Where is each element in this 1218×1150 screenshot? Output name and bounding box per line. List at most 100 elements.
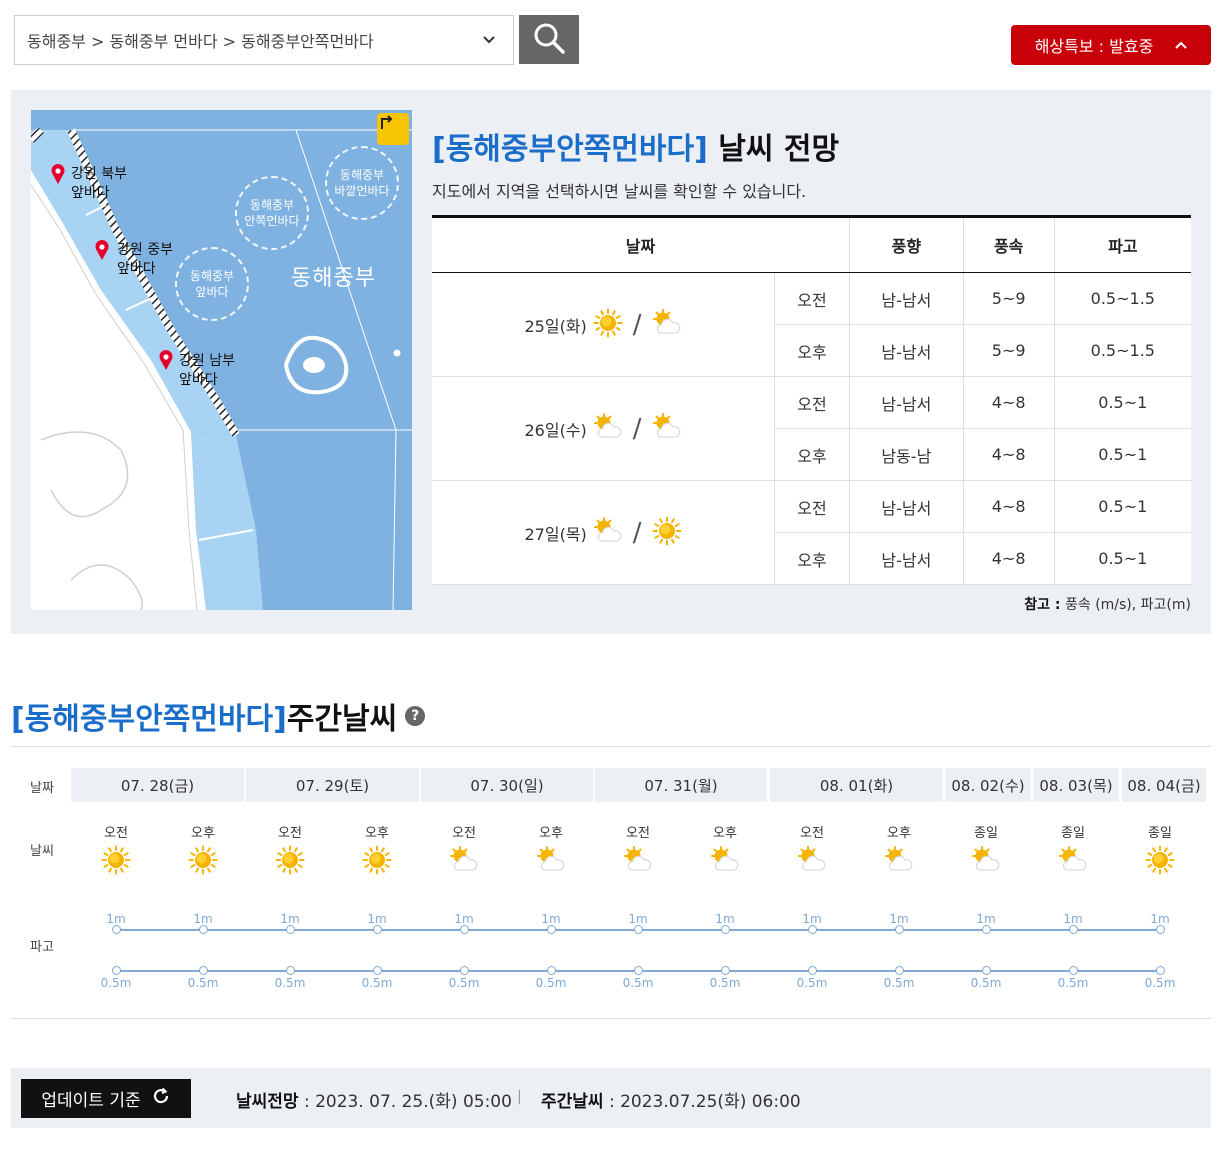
- wave-min-point: [111, 966, 121, 975]
- weekly-date: 08. 03(목): [1033, 768, 1119, 802]
- sun-icon: [593, 308, 623, 342]
- sun-cloud-icon: [652, 308, 682, 342]
- weekly-title-suffix: 주간날씨: [286, 702, 398, 737]
- wave-min-point: [459, 966, 469, 975]
- wave-min-label: 0.5m: [709, 976, 741, 990]
- wave-max-label: 1m: [976, 912, 996, 926]
- sun-cloud-icon: [593, 412, 623, 446]
- forecast-wind-speed: 4~8: [962, 480, 1055, 533]
- wave-max-label: 1m: [1063, 912, 1083, 926]
- footer-separator: |: [517, 1089, 522, 1105]
- sea-name-label: 동해중부: [291, 266, 376, 291]
- forecast-wind-dir: 남-남서: [848, 532, 964, 585]
- forecast-date: 26일(수): [524, 420, 587, 440]
- sun-icon: [188, 845, 218, 875]
- note-text: 풍속 (m/s), 파고(m): [1060, 597, 1191, 613]
- sun-cloud-icon: [1058, 845, 1088, 875]
- marine-alert-button[interactable]: 해상특보 : 발효중: [1011, 25, 1211, 65]
- sun-cloud-icon: [710, 845, 740, 875]
- forecast-wave: 0.5~1: [1053, 428, 1191, 481]
- weekly-label-date: 날짜: [30, 781, 54, 796]
- sun-icon: [362, 845, 392, 875]
- forecast-wind-speed: 4~8: [962, 428, 1055, 481]
- zone-outer-offshore[interactable]: 동해중부 바깥먼바다: [325, 146, 399, 220]
- update-button[interactable]: 업데이트 기준: [21, 1079, 191, 1118]
- weekly-period: 오후: [713, 826, 737, 841]
- wave-max-point: [894, 925, 904, 934]
- wave-min-label: 0.5m: [187, 976, 219, 990]
- forecast-title-area: [동해중부안쪽먼바다]: [432, 132, 708, 167]
- refresh-icon: [151, 1086, 171, 1111]
- zone-inner-offshore[interactable]: 동해중부 안쪽먼바다: [235, 176, 309, 250]
- chevron-down-icon: [483, 32, 495, 48]
- forecast-day-cell: 26일(수) /: [432, 376, 775, 481]
- wave-min-label: 0.5m: [622, 976, 654, 990]
- forecast-row: 27일(목) / 오전 남-남서 4~8 0.5~1: [432, 480, 1191, 585]
- wave-min-point: [1155, 966, 1165, 975]
- map-reset-button[interactable]: [377, 113, 409, 145]
- wave-max-point: [633, 925, 643, 934]
- wave-max-point: [720, 925, 730, 934]
- wave-min-point: [546, 966, 556, 975]
- forecast-period: 오후: [774, 532, 850, 585]
- col-wind-speed: 풍속: [962, 215, 1055, 273]
- forecast-wind-dir: 남-남서: [848, 324, 964, 377]
- wave-max-label: 1m: [541, 912, 561, 926]
- weekly-bottom-divider: [11, 1018, 1211, 1019]
- weekly-period: 오전: [626, 826, 650, 841]
- forecast-update-time: 날씨전망 : 2023. 07. 25.(화) 05:00: [236, 1087, 512, 1112]
- forecast-wind-speed: 4~8: [962, 532, 1055, 585]
- weekly-period: 오전: [104, 826, 128, 841]
- forecast-description: 지도에서 지역을 선택하시면 날씨를 확인할 수 있습니다.: [432, 182, 807, 201]
- forecast-wave: 0.5~1.5: [1053, 324, 1191, 377]
- forecast-note: 참고 : 풍속 (m/s), 파고(m): [1000, 594, 1191, 614]
- forecast-slash: /: [632, 413, 642, 444]
- forecast-wind-speed: 5~9: [962, 324, 1055, 377]
- forecast-title: [동해중부안쪽먼바다] 날씨 전망: [432, 124, 839, 168]
- forecast-wave: 0.5~1: [1053, 532, 1191, 585]
- weekly-update-time: 주간날씨 : 2023.07.25(화) 06:00: [541, 1087, 801, 1112]
- forecast-wave: 0.5~1.5: [1053, 272, 1191, 325]
- wave-min-label: 0.5m: [1057, 976, 1089, 990]
- forecast-row: 25일(화) / 오전 남-남서 5~9 0.5~1.5: [432, 272, 1191, 377]
- wave-min-label: 0.5m: [448, 976, 480, 990]
- weekly-period: 종일: [1061, 826, 1085, 841]
- wave-min-point: [807, 966, 817, 975]
- weekly-date: 08. 01(화): [770, 768, 943, 802]
- forecast-row: 26일(수) / 오전 남-남서 4~8 0.5~1: [432, 376, 1191, 481]
- weekly-update-label: 주간날씨: [541, 1092, 604, 1112]
- wave-min-point: [285, 966, 295, 975]
- wave-min-point: [894, 966, 904, 975]
- weekly-date: 07. 31(월): [595, 768, 767, 802]
- help-icon[interactable]: ?: [405, 706, 426, 726]
- wave-max-point: [285, 925, 295, 934]
- sun-cloud-icon: [623, 845, 653, 875]
- col-wave: 파고: [1053, 215, 1191, 273]
- forecast-period: 오전: [774, 376, 850, 429]
- wave-max-label: 1m: [193, 912, 213, 926]
- search-button[interactable]: [519, 15, 579, 64]
- forecast-wind-speed: 4~8: [962, 376, 1055, 429]
- zone-nearshore[interactable]: 동해중부 앞바다: [175, 247, 249, 321]
- region-map[interactable]: 강원 북부 앞바다 강원 중부 앞바다 강원 남부 앞바다 동해중부 앞바다 동…: [31, 110, 412, 610]
- wave-max-point: [1068, 925, 1078, 934]
- col-wind-dir: 풍향: [848, 215, 964, 273]
- pin-label-south[interactable]: 강원 남부 앞바다: [179, 352, 235, 390]
- wave-min-point: [1068, 966, 1078, 975]
- forecast-wave: 0.5~1: [1053, 480, 1191, 533]
- wave-max-point: [372, 925, 382, 934]
- forecast-wind-dir: 남-남서: [848, 480, 964, 533]
- region-select[interactable]: 동해중부 > 동해중부 먼바다 > 동해중부안쪽먼바다: [14, 15, 514, 65]
- wave-min-label: 0.5m: [535, 976, 567, 990]
- pin-label-central[interactable]: 강원 중부 앞바다: [117, 241, 173, 279]
- forecast-wind-dir: 남-남서: [848, 272, 964, 325]
- weekly-period: 오후: [539, 826, 563, 841]
- pin-label-north[interactable]: 강원 북부 앞바다: [71, 165, 127, 203]
- wave-max-point: [198, 925, 208, 934]
- weekly-period: 오후: [887, 826, 911, 841]
- forecast-title-suffix: 날씨 전망: [707, 132, 840, 167]
- forecast-wind-dir: 남-남서: [848, 376, 964, 429]
- chevron-up-icon: [1175, 37, 1188, 53]
- wave-min-label: 0.5m: [1144, 976, 1176, 990]
- wave-max-label: 1m: [802, 912, 822, 926]
